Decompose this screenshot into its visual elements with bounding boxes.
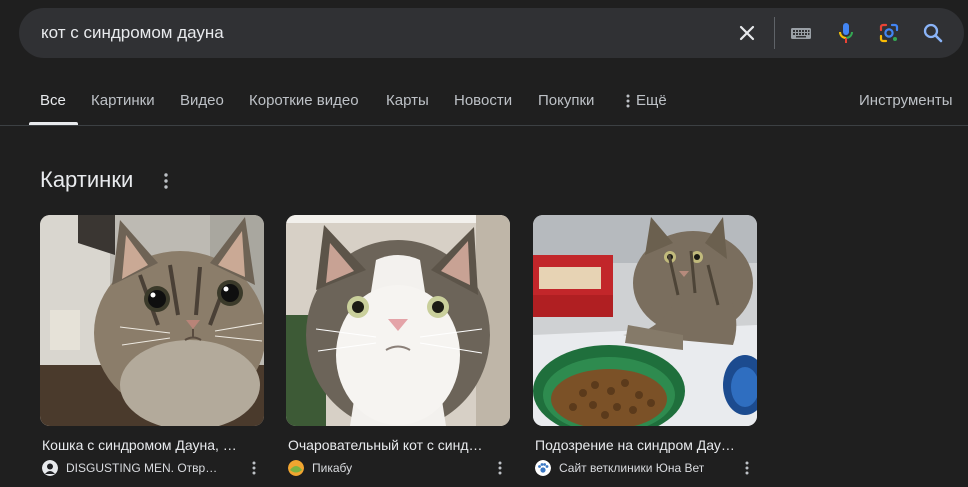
section-title: Картинки — [40, 167, 134, 192]
image-thumbnail[interactable] — [286, 215, 510, 426]
more-vert-icon — [626, 94, 630, 108]
image-title[interactable]: Очаровательный кот с синд… — [288, 436, 506, 454]
tab-video[interactable]: Видео — [180, 84, 224, 124]
image-title[interactable]: Кошка с синдромом Дауна, … — [42, 436, 260, 454]
more-options-icon[interactable] — [741, 460, 753, 476]
more-options-icon[interactable] — [494, 460, 506, 476]
close-icon[interactable] — [735, 21, 759, 45]
search-icon[interactable] — [921, 21, 945, 45]
tab-more-label: Ещё — [636, 92, 667, 109]
image-thumbnail[interactable] — [40, 215, 264, 426]
source-name: Сайт ветклиники Юна Вет — [559, 461, 705, 475]
keyboard-icon[interactable] — [789, 21, 813, 45]
image-source[interactable]: DISGUSTING MEN. Отвр… — [42, 459, 242, 477]
more-options-icon[interactable] — [248, 460, 260, 476]
search-bar-divider — [774, 17, 775, 49]
source-name: DISGUSTING MEN. Отвр… — [66, 461, 218, 475]
search-input[interactable]: кот с синдромом дауна — [41, 8, 224, 58]
image-result-card[interactable]: Кошка с синдромом Дауна, … DISGUSTING ME… — [40, 215, 264, 480]
tab-all[interactable]: Все — [40, 84, 66, 124]
image-result-card[interactable]: Очаровательный кот с синд… Пикабу — [286, 215, 510, 480]
source-favicon — [42, 460, 58, 476]
section-menu-icon[interactable] — [157, 170, 175, 192]
lens-icon[interactable] — [877, 21, 901, 45]
image-result-card[interactable]: Подозрение на синдром Дау… Сайт ветклини… — [533, 215, 757, 480]
tab-short-videos[interactable]: Короткие видео — [249, 84, 359, 124]
tab-images[interactable]: Картинки — [91, 84, 155, 124]
tab-maps[interactable]: Карты — [386, 84, 429, 124]
tab-shopping[interactable]: Покупки — [538, 84, 594, 124]
image-title[interactable]: Подозрение на синдром Дау… — [535, 436, 753, 454]
tab-more[interactable]: Ещё — [626, 84, 667, 124]
source-favicon — [288, 460, 304, 476]
image-thumbnail[interactable] — [533, 215, 757, 426]
source-name: Пикабу — [312, 461, 353, 475]
tools-button[interactable]: Инструменты — [859, 84, 953, 124]
search-results-page: кот с синдромом дауна Все Картинки Видео… — [0, 0, 968, 487]
image-source[interactable]: Сайт ветклиники Юна Вет — [535, 459, 735, 477]
tab-news[interactable]: Новости — [454, 84, 512, 124]
search-bar[interactable]: кот с синдромом дауна — [19, 8, 964, 58]
tabs-divider — [0, 125, 968, 126]
mic-icon[interactable] — [834, 21, 858, 45]
source-favicon — [535, 460, 551, 476]
image-source[interactable]: Пикабу — [288, 459, 488, 477]
search-tabs: Все Картинки Видео Короткие видео Карты … — [0, 84, 968, 126]
